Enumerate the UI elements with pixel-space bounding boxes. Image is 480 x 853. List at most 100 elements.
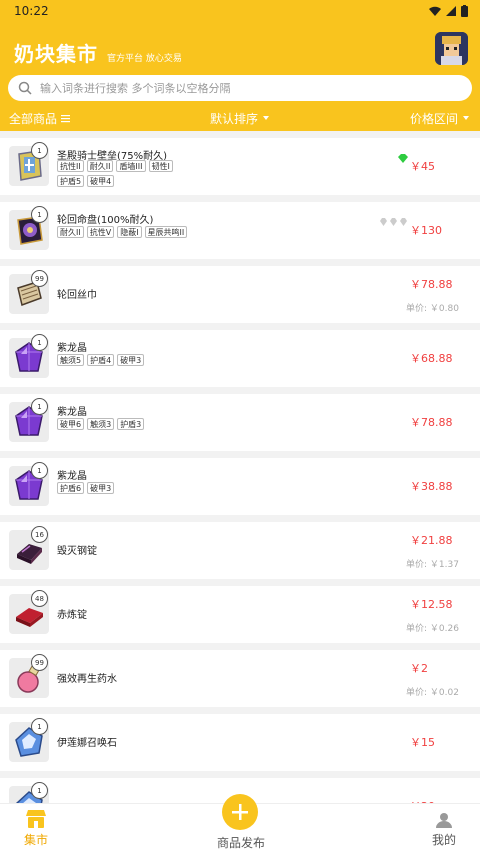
- list-item[interactable]: 16 毁灭钢锭 ￥21.88 单价: ￥1.37: [0, 522, 480, 579]
- list-item[interactable]: 1 紫龙晶 护盾6 破甲3 ￥38.88: [0, 458, 480, 515]
- item-tag: 触须5: [57, 354, 85, 366]
- search-input[interactable]: 输入词条进行搜索 多个词条以空格分隔: [8, 75, 472, 101]
- item-tag: 护盾3: [117, 418, 145, 430]
- item-tags: 触须5 护盾4 破甲3: [57, 354, 145, 366]
- filter-all-products[interactable]: 全部商品: [9, 110, 71, 127]
- item-tag: 盾墙III: [116, 160, 146, 172]
- item-tag: 护盾6: [57, 482, 85, 494]
- list-item[interactable]: 1 轮回命盘(100%耐久) 耐久II 抗性V 隐蔽I 星辰共鸣II ￥130: [0, 202, 480, 259]
- item-tags: 破甲6 触须3 护盾3: [57, 418, 145, 430]
- item-tag: 星辰共鸣II: [144, 226, 188, 238]
- item-tag: 抗性V: [86, 226, 115, 238]
- summon-stone-icon: [9, 727, 49, 766]
- scroll-icon: [9, 281, 49, 318]
- user-avatar[interactable]: [435, 32, 468, 65]
- app-subtitle: 官方平台 放心交易: [107, 54, 182, 64]
- item-tag: 护盾4: [87, 354, 115, 366]
- filter-price-range[interactable]: 价格区间: [410, 110, 470, 127]
- item-count-badge: 1: [31, 398, 48, 415]
- item-name: 轮回丝巾: [57, 290, 97, 301]
- item-name: 强效再生药水: [57, 674, 117, 685]
- item-price: ￥2: [410, 662, 428, 675]
- potion-icon: [9, 662, 49, 702]
- item-count-badge: 1: [31, 206, 48, 223]
- list-item[interactable]: 99 轮回丝巾 ￥78.88 单价: ￥0.80: [0, 266, 480, 323]
- store-icon: [26, 810, 46, 828]
- publish-button[interactable]: [222, 794, 258, 830]
- item-price: ￥21.88: [410, 534, 453, 547]
- list-item[interactable]: 1 紫龙晶 触须5 护盾4 破甲3 ￥68.88: [0, 330, 480, 387]
- item-count-badge: 1: [31, 782, 48, 799]
- avatar-character-icon: [435, 32, 468, 65]
- item-count-badge: 1: [31, 142, 48, 159]
- app-title: 奶块集市: [14, 42, 98, 66]
- item-name: 赤炼锭: [57, 610, 87, 621]
- filter-all-label: 全部商品: [9, 111, 58, 126]
- battery-icon: [461, 5, 468, 17]
- item-price: ￥12.58: [410, 598, 453, 611]
- purple-crystal-icon: [9, 406, 49, 446]
- filter-sort-label: 默认排序: [210, 111, 259, 126]
- tab-mine[interactable]: 我的: [432, 812, 456, 848]
- item-tag: 韧性I: [148, 160, 173, 172]
- plus-icon: [232, 804, 248, 820]
- item-price: ￥38.88: [410, 480, 453, 493]
- status-bar: 10:22: [0, 0, 480, 22]
- signal-icon: [446, 6, 456, 16]
- item-tag: 破甲3: [117, 354, 145, 366]
- item-tag: 护盾5: [57, 175, 85, 187]
- rune-disk-icon: [9, 216, 49, 254]
- gem-icon: [379, 213, 409, 232]
- filter-sort[interactable]: 默认排序: [210, 110, 270, 127]
- list-item[interactable]: 1 紫龙晶 破甲6 触须3 护盾3 ￥78.88: [0, 394, 480, 451]
- title-bar: 奶块集市 官方平台 放心交易: [14, 38, 182, 67]
- bottom-nav: 集市 商品发布 我的: [0, 794, 480, 853]
- search-placeholder: 输入词条进行搜索 多个词条以空格分隔: [40, 82, 231, 95]
- list-item[interactable]: 99 强效再生药水 ￥2 单价: ￥0.02: [0, 650, 480, 707]
- item-tag: 隐蔽I: [117, 226, 142, 238]
- item-unit-price: 单价: ￥0.02: [406, 688, 459, 698]
- status-icons: [429, 5, 468, 17]
- item-tag: 触须3: [87, 418, 115, 430]
- tab-mine-label: 我的: [432, 833, 457, 847]
- item-price: ￥78.88: [410, 278, 453, 291]
- item-name: 毁灭钢锭: [57, 546, 97, 557]
- status-time: 10:22: [14, 4, 49, 18]
- item-tag: 耐久II: [86, 160, 114, 172]
- dark-ingot-icon: [9, 544, 49, 574]
- item-price: ￥68.88: [410, 352, 453, 365]
- tab-market[interactable]: 集市: [20, 810, 52, 848]
- item-tags: 耐久II 抗性V 隐蔽I 星辰共鸣II: [57, 226, 188, 238]
- item-count-badge: 1: [31, 718, 48, 735]
- list-item[interactable]: 1 伊莲娜召唤石 ￥15: [0, 714, 480, 771]
- item-price: ￥45: [410, 160, 435, 173]
- item-unit-price: 单价: ￥0.80: [406, 304, 459, 314]
- publish-label: 商品发布: [217, 836, 266, 850]
- filter-bar: 全部商品 默认排序 价格区间: [0, 106, 480, 130]
- item-tags: 抗性II 耐久II 盾墙III 韧性I 护盾5 破甲4: [57, 160, 177, 187]
- item-unit-price: 单价: ￥1.37: [406, 560, 459, 570]
- header: 10:22 奶块集市 官方平台 放心交易 输入词条进行搜索 多个词条以空格分隔 …: [0, 0, 480, 131]
- list-icon: [61, 114, 71, 122]
- item-tag: 抗性II: [57, 160, 84, 172]
- item-name: 紫龙晶: [57, 407, 87, 418]
- item-count-badge: 48: [31, 590, 48, 607]
- purple-crystal-icon: [9, 470, 49, 510]
- item-count-badge: 99: [31, 654, 48, 671]
- item-tag: 耐久II: [57, 226, 84, 238]
- item-name: 轮回命盘(100%耐久): [57, 215, 154, 226]
- item-name: 紫龙晶: [57, 471, 87, 482]
- list-item[interactable]: 48 赤炼锭 ￥12.58 单价: ￥0.26: [0, 586, 480, 643]
- item-count-badge: 99: [31, 270, 48, 287]
- item-count-badge: 16: [31, 526, 48, 543]
- item-tag: 破甲6: [57, 418, 85, 430]
- item-price: ￥78.88: [410, 416, 453, 429]
- search-icon: [18, 81, 32, 95]
- caret-down-icon: [263, 116, 270, 120]
- item-unit-price: 单价: ￥0.26: [406, 624, 459, 634]
- list-item[interactable]: 1 圣殿骑士壁垒(75%耐久) 抗性II 耐久II 盾墙III 韧性I 护盾5 破甲4 ￥45: [0, 138, 480, 195]
- shield-artifact-icon: [9, 150, 49, 190]
- caret-down-icon: [463, 116, 470, 120]
- item-tag: 破甲4: [87, 175, 115, 187]
- user-icon: [436, 813, 452, 828]
